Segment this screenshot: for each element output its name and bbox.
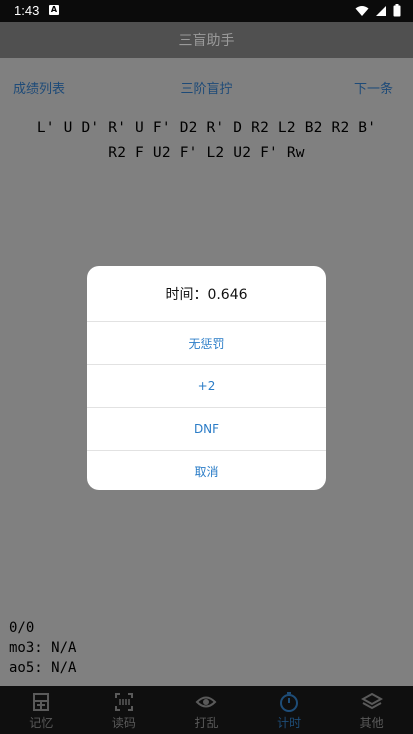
nav-item-timer[interactable]: 计时 [248, 686, 331, 734]
dialog-title: 时间：0.646 [87, 266, 326, 322]
scan-icon [114, 693, 133, 711]
bottom-nav: 记忆 读码 打乱 计时 其他 [0, 686, 413, 734]
results-list-link[interactable]: 成绩列表 [13, 78, 65, 97]
layers-icon [360, 692, 383, 710]
memory-icon [33, 693, 50, 711]
scramble-text: L' U D' R' U F' D2 R' D R2 L2 B2 R2 B' R… [6, 116, 407, 166]
status-bar: 1:43 A [0, 0, 413, 22]
nav-label-shuffle: 打乱 [194, 716, 219, 730]
shuffle-icon [196, 696, 217, 708]
solve-count: 0/0 [9, 620, 35, 636]
notification-icon: A [49, 5, 59, 15]
no-penalty-option[interactable]: 无惩罚 [87, 322, 326, 365]
puzzle-type-link[interactable]: 三阶盲拧 [180, 82, 232, 97]
battery-icon [393, 4, 401, 17]
wifi-icon [355, 5, 369, 16]
scramble-nav: 成绩列表 三阶盲拧 下一条 [0, 78, 413, 98]
nav-label-timer: 计时 [277, 716, 302, 730]
dnf-option[interactable]: DNF [87, 408, 326, 451]
nav-label-scan: 读码 [111, 716, 136, 730]
scramble-line-2: R2 F U2 F' L2 U2 F' Rw [108, 145, 305, 161]
signal-icon [376, 5, 386, 16]
plus-two-option[interactable]: +2 [87, 365, 326, 408]
ao5-stat: ao5: N/A [9, 660, 77, 676]
penalty-dialog: 时间：0.646 无惩罚 +2 DNF 取消 [87, 266, 326, 490]
nav-item-shuffle[interactable]: 打乱 [165, 686, 248, 734]
nav-item-memory[interactable]: 记忆 [0, 686, 83, 734]
next-scramble-link[interactable]: 下一条 [354, 78, 393, 97]
status-time: 1:43 [14, 3, 40, 18]
nav-label-memory: 记忆 [29, 716, 54, 730]
session-stats: 0/0 mo3: N/A ao5: N/A [9, 618, 76, 678]
app-bar: 三盲助手 [0, 22, 413, 58]
status-icons [355, 4, 401, 17]
cancel-option[interactable]: 取消 [87, 451, 326, 490]
nav-item-other[interactable]: 其他 [330, 686, 413, 734]
mo3-stat: mo3: N/A [9, 640, 77, 656]
nav-item-scan[interactable]: 读码 [83, 686, 166, 734]
scramble-line-1: L' U D' R' U F' D2 R' D R2 L2 B2 R2 B' [36, 120, 377, 136]
app-title: 三盲助手 [178, 33, 235, 49]
stopwatch-icon [280, 692, 299, 712]
nav-label-other: 其他 [359, 716, 384, 730]
